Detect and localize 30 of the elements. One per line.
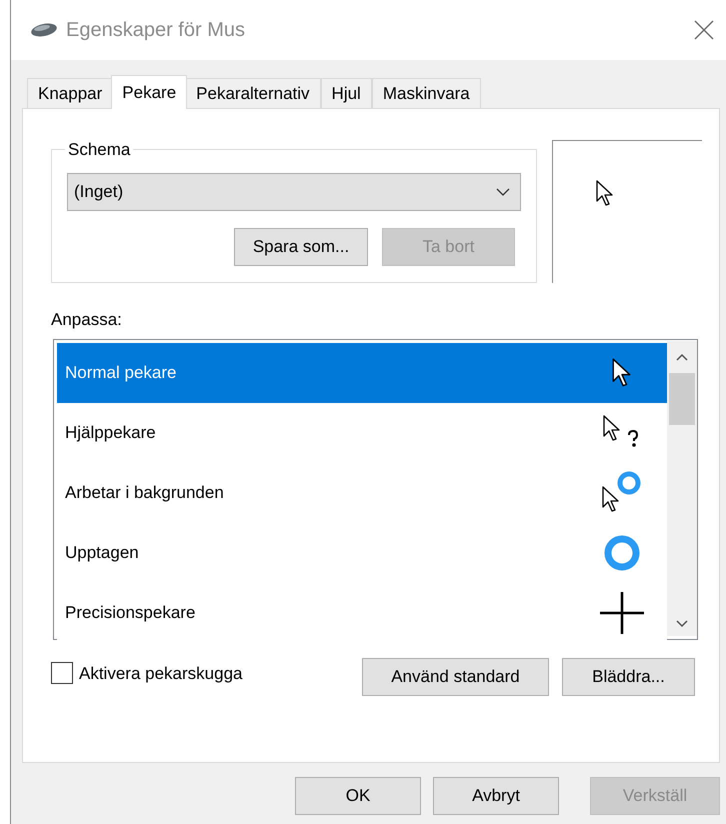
button[interactable]: Spara som... (234, 228, 368, 266)
tab[interactable]: Pekaralternativ (185, 78, 321, 108)
scheme-dropdown[interactable]: (Inget) (67, 172, 521, 210)
group-label: Schema (67, 139, 132, 161)
scroll-up-icon[interactable] (676, 352, 688, 360)
tab[interactable]: Maskinvara (372, 78, 481, 108)
button[interactable]: Använd standard (362, 658, 549, 696)
window-title: Egenskaper för Mus (66, 18, 245, 43)
scroll-thumb[interactable] (669, 372, 695, 424)
list-item[interactable]: Normal pekare (57, 342, 667, 402)
working-pointer-icon (601, 470, 643, 514)
checkbox[interactable] (51, 662, 73, 684)
mouse-icon (30, 23, 58, 37)
tab[interactable]: Pekare (111, 75, 188, 109)
scrollbar[interactable] (667, 340, 697, 636)
button[interactable]: Bläddra... (562, 658, 695, 696)
customize-label: Anpassa: (51, 309, 123, 331)
pointer-icon (611, 357, 633, 388)
tab[interactable]: Hjul (320, 78, 372, 108)
crosshair-icon (599, 592, 645, 634)
checkbox-label: Aktivera pekarskugga (79, 662, 242, 684)
scroll-down-icon[interactable] (676, 620, 688, 628)
chevron-down-icon (496, 188, 510, 196)
busy-ring-icon (602, 532, 642, 572)
button[interactable]: Avbryt (433, 777, 559, 815)
close-button[interactable] (692, 18, 716, 42)
button[interactable]: OK (295, 777, 421, 815)
tab[interactable]: Knappar (27, 78, 114, 108)
pointer-icon (595, 179, 615, 207)
dropdown-value: (Inget) (74, 180, 124, 203)
